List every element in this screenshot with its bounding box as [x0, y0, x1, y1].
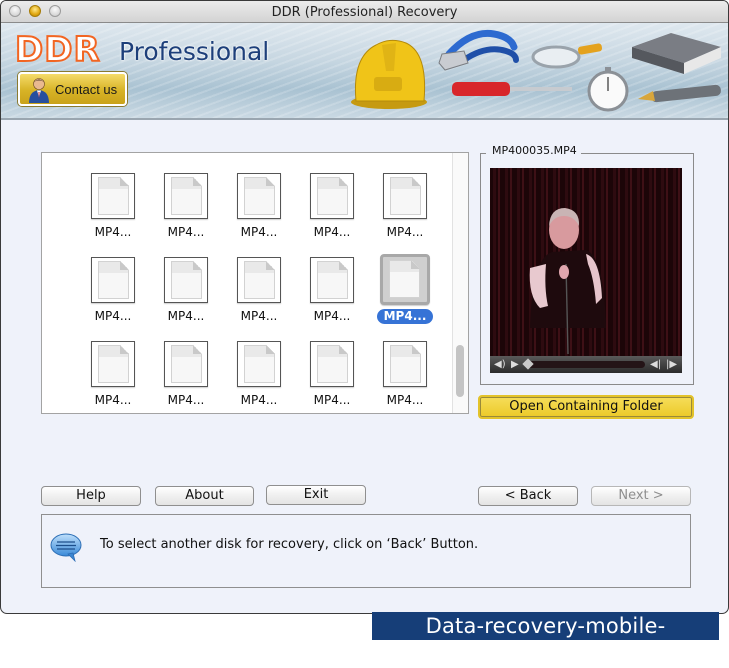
- info-message-box: To select another disk for recovery, cli…: [41, 514, 691, 588]
- document-icon: [237, 173, 281, 219]
- step-back-icon[interactable]: ◀|: [650, 359, 661, 370]
- file-grid-items: MP4... MP4... MP4... MP4... MP4... MP4... MP4.…: [42, 153, 452, 413]
- document-icon: [164, 341, 208, 387]
- play-icon[interactable]: ▶: [511, 359, 519, 370]
- file-item-label: MP4...: [240, 393, 278, 407]
- contact-us-button[interactable]: Contact us: [18, 72, 127, 106]
- step-forward-icon[interactable]: |▶: [666, 359, 677, 370]
- preview-panel: MP400035.MP4 ◀) ▶ ◀| |▶: [480, 144, 694, 385]
- file-item-label: MP4...: [94, 309, 132, 323]
- file-item[interactable]: MP4...: [77, 257, 147, 337]
- file-item[interactable]: MP4...: [369, 341, 439, 421]
- document-icon: [383, 173, 427, 219]
- header-banner: DDR Professional Contact us: [1, 23, 728, 120]
- about-button[interactable]: About: [155, 486, 254, 506]
- file-item-label: MP4...: [240, 225, 278, 239]
- magnifier-icon: [531, 43, 603, 69]
- file-item[interactable]: MP4...: [77, 341, 147, 421]
- file-item[interactable]: MP4...: [369, 254, 441, 337]
- document-icon: [91, 341, 135, 387]
- seek-slider[interactable]: [522, 358, 645, 370]
- file-item[interactable]: MP4...: [150, 257, 220, 337]
- title-bar: DDR (Professional) Recovery: [1, 1, 728, 23]
- file-item[interactable]: MP4...: [223, 257, 293, 337]
- seek-handle[interactable]: [522, 358, 534, 370]
- contact-us-label: Contact us: [55, 82, 118, 97]
- document-icon: [380, 254, 430, 305]
- watermark-banner: Data-recovery-mobile-phone.com: [372, 612, 719, 666]
- file-item[interactable]: MP4...: [296, 341, 366, 421]
- pliers-icon: [438, 29, 519, 71]
- exit-button[interactable]: Exit: [266, 485, 366, 505]
- document-icon: [164, 173, 208, 219]
- document-icon: [310, 257, 354, 303]
- video-player[interactable]: ◀) ▶ ◀| |▶: [490, 168, 682, 373]
- file-item-label: MP4...: [167, 309, 205, 323]
- logo-professional: Professional: [119, 37, 270, 66]
- fountain-pen-icon: [638, 84, 721, 103]
- file-item-label: MP4...: [240, 309, 278, 323]
- window-title: DDR (Professional) Recovery: [271, 5, 458, 20]
- zoom-window-button[interactable]: [49, 5, 61, 17]
- back-button[interactable]: < Back: [478, 486, 578, 506]
- volume-icon[interactable]: ◀): [494, 359, 506, 370]
- file-item-label: MP4...: [313, 393, 351, 407]
- file-item-label: MP4...: [313, 309, 351, 323]
- file-item-label: MP4...: [369, 309, 441, 324]
- file-grid-scrollbar[interactable]: [452, 153, 468, 413]
- file-item[interactable]: MP4...: [77, 173, 147, 253]
- file-item-label: MP4...: [386, 393, 424, 407]
- file-item[interactable]: MP4...: [150, 341, 220, 421]
- document-icon: [383, 341, 427, 387]
- document-icon: [237, 257, 281, 303]
- stopwatch-icon: [587, 67, 629, 112]
- scrollbar-thumb[interactable]: [456, 345, 464, 397]
- logo-ddr: DDR: [14, 29, 101, 71]
- person-icon: [29, 78, 49, 103]
- tools-illustration: [351, 29, 721, 112]
- file-item-label: MP4...: [94, 393, 132, 407]
- document-icon: [164, 257, 208, 303]
- document-icon: [237, 341, 281, 387]
- help-button[interactable]: Help: [41, 486, 141, 506]
- document-icon: [91, 257, 135, 303]
- file-item[interactable]: MP4...: [296, 173, 366, 253]
- main-content: MP4... MP4... MP4... MP4... MP4... MP4... MP4.…: [1, 120, 728, 613]
- open-containing-folder-button[interactable]: Open Containing Folder: [478, 395, 694, 419]
- recovered-files-grid: MP4... MP4... MP4... MP4... MP4... MP4... MP4.…: [41, 152, 469, 414]
- video-frame: [490, 168, 682, 356]
- app-window: DDR (Professional) Recovery DDR Professi…: [0, 0, 729, 614]
- hard-hat-icon: [351, 39, 427, 109]
- speech-bubble-icon: [50, 533, 82, 562]
- file-item-label: MP4...: [386, 225, 424, 239]
- next-button: Next >: [591, 486, 691, 506]
- book-icon: [632, 33, 721, 74]
- minimize-window-button[interactable]: [29, 5, 41, 17]
- video-controls: ◀) ▶ ◀| |▶: [490, 356, 682, 373]
- info-message: To select another disk for recovery, cli…: [100, 537, 479, 552]
- file-item[interactable]: MP4...: [296, 257, 366, 337]
- file-item-label: MP4...: [313, 225, 351, 239]
- file-item[interactable]: MP4...: [369, 173, 439, 253]
- document-icon: [310, 341, 354, 387]
- preview-file-name: MP400035.MP4: [490, 144, 579, 157]
- document-icon: [91, 173, 135, 219]
- file-item[interactable]: MP4...: [223, 341, 293, 421]
- file-item-label: MP4...: [167, 393, 205, 407]
- file-item-label: MP4...: [94, 225, 132, 239]
- document-icon: [310, 173, 354, 219]
- close-window-button[interactable]: [9, 5, 21, 17]
- file-item[interactable]: MP4...: [223, 173, 293, 253]
- file-item-label: MP4...: [167, 225, 205, 239]
- screwdriver-icon: [452, 82, 572, 96]
- file-item[interactable]: MP4...: [150, 173, 220, 253]
